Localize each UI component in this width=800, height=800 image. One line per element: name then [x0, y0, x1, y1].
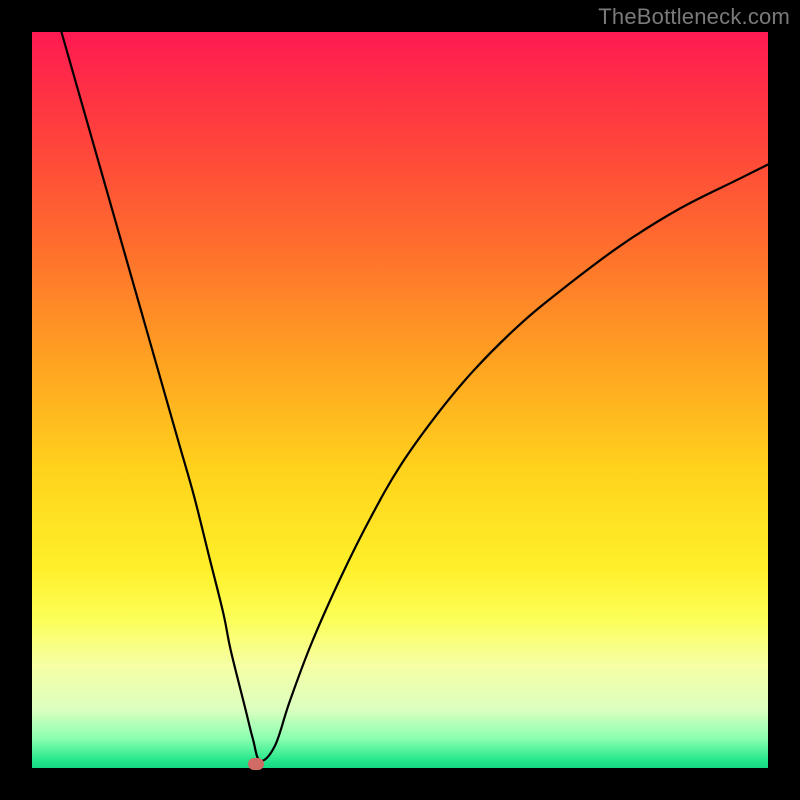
- optimum-marker: [248, 758, 264, 770]
- plot-area: [32, 32, 768, 768]
- watermark-text: TheBottleneck.com: [598, 4, 790, 30]
- chart-frame: TheBottleneck.com: [0, 0, 800, 800]
- bottleneck-curve: [32, 32, 768, 768]
